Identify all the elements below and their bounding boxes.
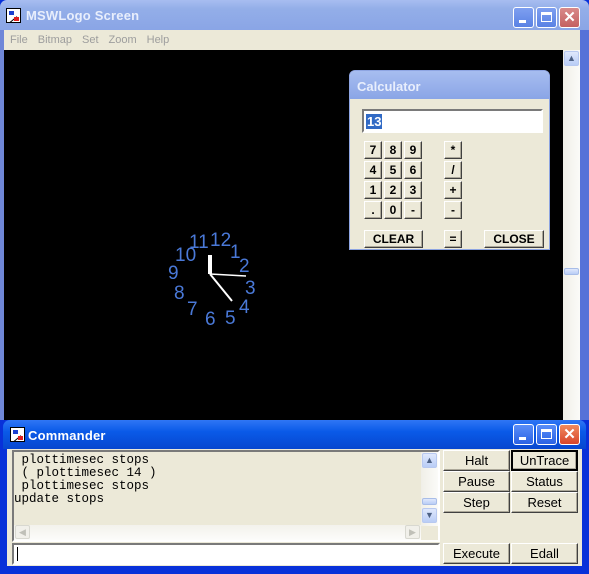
- step-button[interactable]: Step: [443, 492, 510, 513]
- key-0[interactable]: 0: [384, 201, 402, 219]
- output-scroll-left-icon[interactable]: ◀: [15, 525, 30, 539]
- clock-second-hand: [209, 273, 247, 277]
- key-add[interactable]: +: [444, 181, 462, 199]
- calculator-close-button[interactable]: CLOSE: [484, 230, 544, 248]
- output-scroll-down-icon[interactable]: ▼: [422, 508, 437, 523]
- status-button[interactable]: Status: [511, 471, 578, 492]
- menu-help[interactable]: Help: [141, 30, 174, 46]
- key-9[interactable]: 9: [404, 141, 422, 159]
- output-horizontal-scrollbar[interactable]: ◀ ▶: [14, 525, 421, 540]
- commander-title: Commander: [28, 428, 106, 443]
- reset-button[interactable]: Reset: [511, 492, 578, 513]
- commander-minimize-button[interactable]: [513, 424, 534, 445]
- untrace-button[interactable]: UnTrace: [511, 450, 578, 471]
- commander-titlebar[interactable]: Commander ✕: [3, 420, 586, 449]
- key-7[interactable]: 7: [364, 141, 382, 159]
- calculator-titlebar[interactable]: Calculator: [350, 71, 549, 99]
- key-multiply[interactable]: *: [444, 141, 462, 159]
- text-caret: [17, 547, 18, 561]
- main-titlebar[interactable]: MSWLogo Screen ✕: [0, 0, 589, 30]
- key-5[interactable]: 5: [384, 161, 402, 179]
- clear-button[interactable]: CLEAR: [364, 230, 423, 248]
- output-line: update stops: [14, 492, 105, 506]
- key-4[interactable]: 4: [364, 161, 382, 179]
- clock-minute-hand: [209, 273, 233, 302]
- commander-close-button[interactable]: ✕: [559, 424, 580, 445]
- calculator-display[interactable]: 13: [362, 109, 543, 133]
- maximize-button[interactable]: [536, 7, 557, 28]
- key-1[interactable]: 1: [364, 181, 382, 199]
- key-6[interactable]: 6: [404, 161, 422, 179]
- equals-button[interactable]: =: [444, 230, 462, 248]
- calculator-title: Calculator: [357, 79, 421, 94]
- pause-button[interactable]: Pause: [443, 471, 510, 492]
- canvas-vertical-scrollbar[interactable]: ▲: [563, 50, 580, 420]
- execute-button[interactable]: Execute: [443, 543, 510, 564]
- scroll-up-icon[interactable]: ▲: [564, 51, 579, 66]
- minimize-button[interactable]: [513, 7, 534, 28]
- commander-body: plottimesec stops ( plottimesec 14 ) plo…: [7, 449, 582, 566]
- output-vertical-scrollbar[interactable]: ▲ ▼: [421, 452, 438, 526]
- commander-output[interactable]: plottimesec stops ( plottimesec 14 ) plo…: [12, 450, 440, 542]
- mswlogo-app-icon: [6, 8, 21, 23]
- menu-bar: File Bitmap Set Zoom Help: [4, 30, 585, 50]
- menu-zoom[interactable]: Zoom: [103, 30, 141, 46]
- key-2[interactable]: 2: [384, 181, 402, 199]
- menu-bitmap[interactable]: Bitmap: [32, 30, 76, 46]
- key-3[interactable]: 3: [404, 181, 422, 199]
- key-decimal[interactable]: .: [364, 201, 382, 219]
- key-divide[interactable]: /: [444, 161, 462, 179]
- commander-window: Commander ✕ plottimesec stops ( plottime…: [3, 420, 586, 570]
- commander-maximize-button[interactable]: [536, 424, 557, 445]
- output-scroll-right-icon[interactable]: ▶: [405, 525, 420, 539]
- menu-set[interactable]: Set: [76, 30, 103, 46]
- main-window-title: MSWLogo Screen: [26, 8, 140, 23]
- calculator-window: Calculator 13 7 8 9 4 5 6 1 2 3 . 0 - * …: [349, 70, 550, 250]
- key-8[interactable]: 8: [384, 141, 402, 159]
- output-scroll-up-icon[interactable]: ▲: [422, 453, 437, 468]
- commander-app-icon: [10, 427, 25, 442]
- close-button[interactable]: ✕: [559, 7, 580, 28]
- key-negate[interactable]: -: [404, 201, 422, 219]
- command-input[interactable]: [12, 543, 440, 565]
- menu-file[interactable]: File: [4, 30, 32, 46]
- window-border-right: [580, 30, 589, 420]
- output-scroll-thumb[interactable]: [422, 498, 437, 505]
- scroll-thumb[interactable]: [564, 268, 579, 275]
- calculator-display-value: 13: [366, 114, 383, 129]
- halt-button[interactable]: Halt: [443, 450, 510, 471]
- key-subtract[interactable]: -: [444, 201, 462, 219]
- edall-button[interactable]: Edall: [511, 543, 578, 564]
